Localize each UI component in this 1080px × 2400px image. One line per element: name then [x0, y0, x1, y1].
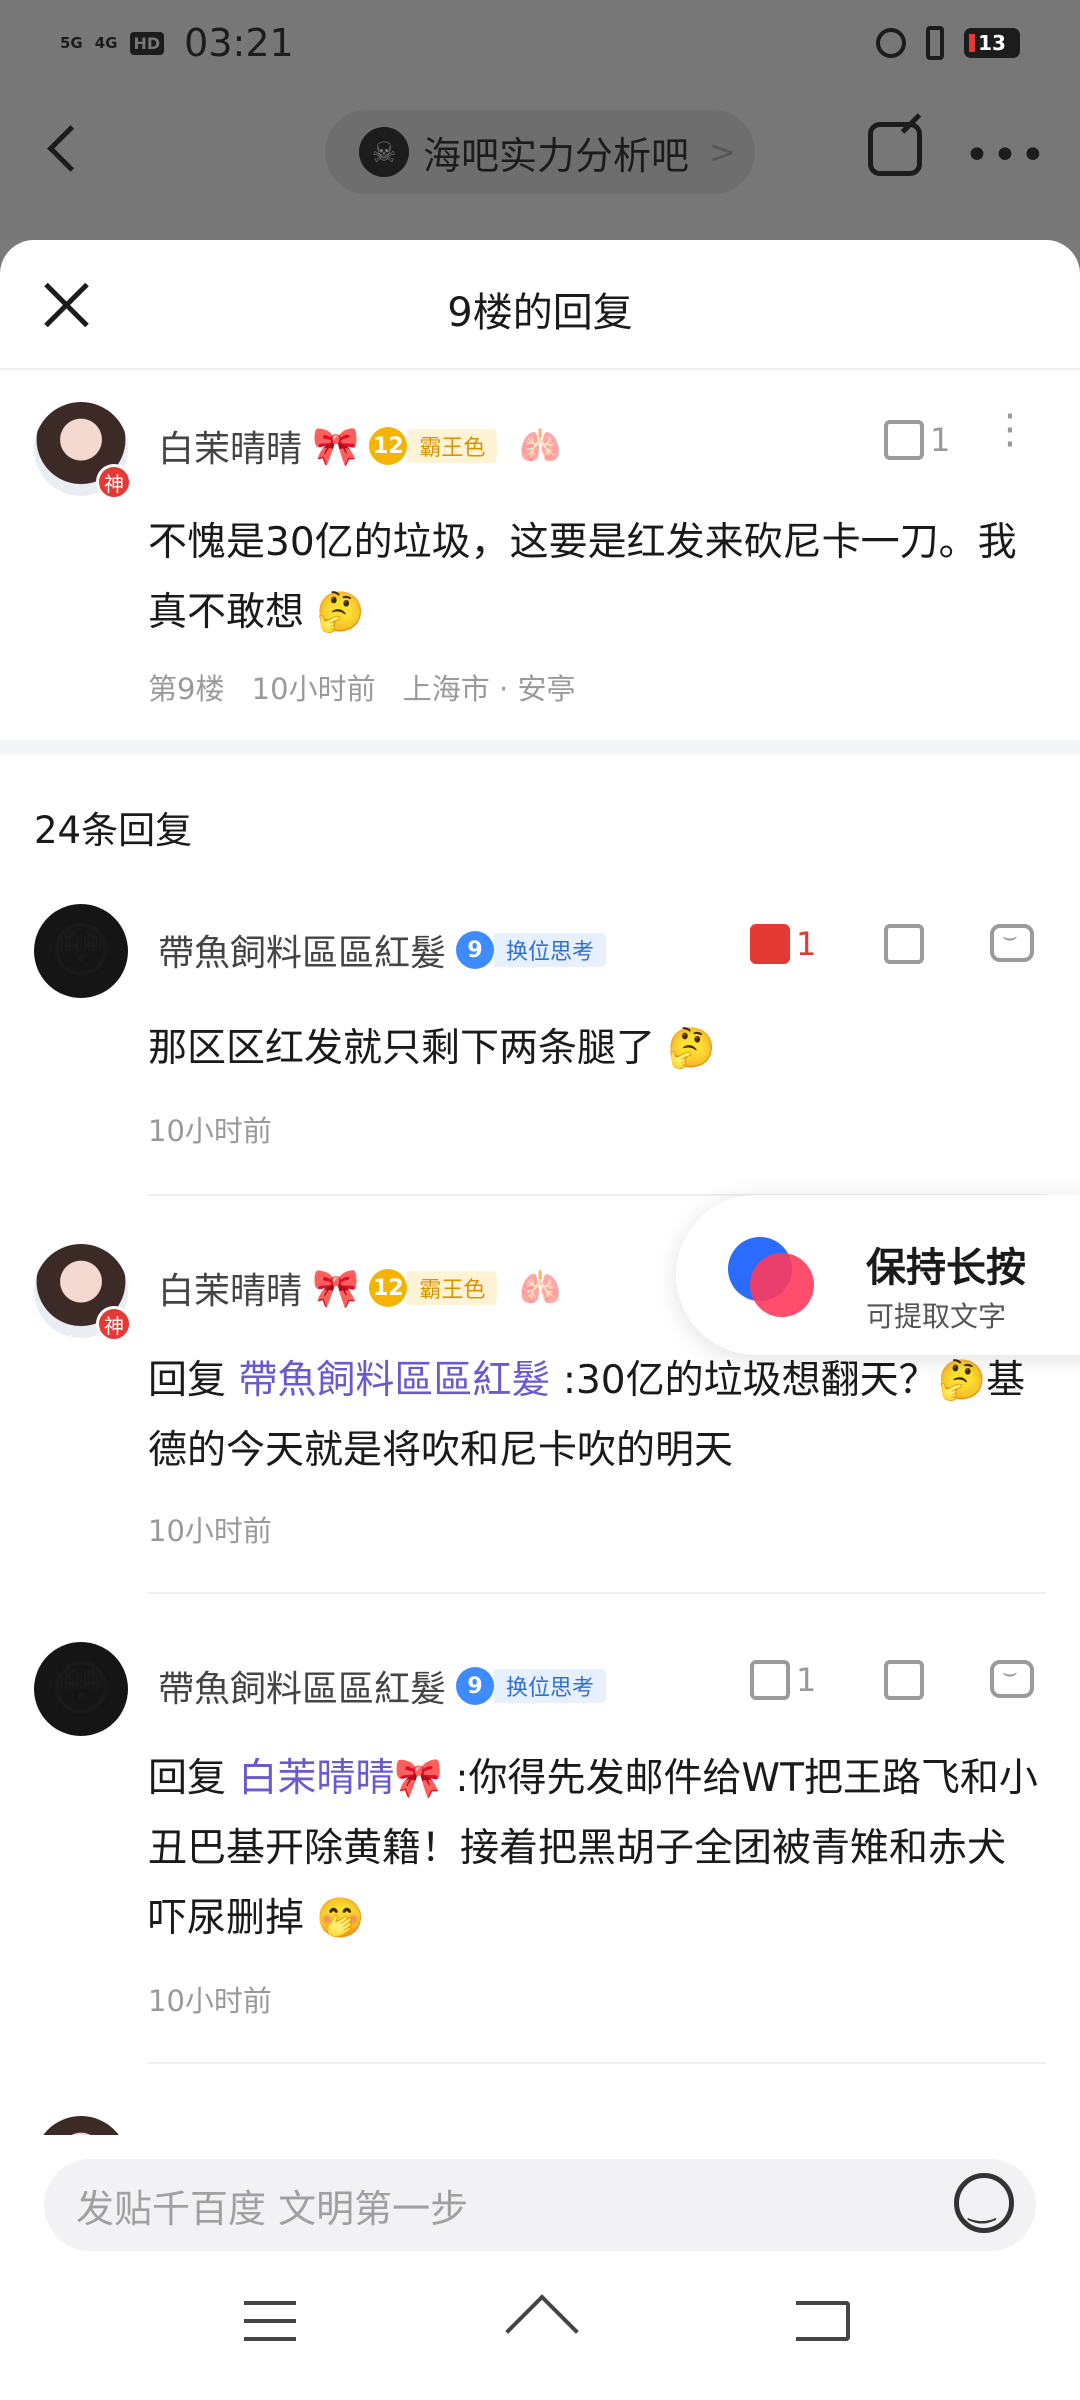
signal-4g: 4G	[94, 34, 118, 52]
share-icon[interactable]	[868, 122, 922, 176]
author-name-row: 白茉晴晴 🎀 12 霸王色 🫁	[158, 1262, 562, 1314]
vibrate-icon	[926, 26, 944, 60]
chevron-right-icon: >	[709, 133, 736, 171]
tip-subtitle: 可提取文字	[866, 1300, 1007, 1333]
reply-count-header: 24条回复	[0, 754, 1080, 904]
top-bar: ☠ 海吧实力分析吧 > •••	[0, 100, 1080, 200]
nav-home-icon[interactable]	[504, 2301, 576, 2345]
like-count: 1	[796, 1661, 817, 1699]
bow-icon: 🎀	[312, 423, 360, 468]
god-badge: 神	[96, 464, 132, 500]
reply-button[interactable]	[990, 1658, 1034, 1698]
level-number: 9	[456, 1667, 495, 1705]
signal-5g: 5G	[60, 34, 83, 52]
like-button[interactable]: 1	[750, 1660, 816, 1700]
main-post: 神 白茉晴晴 🎀 12 霸王色 🫁 1 · · · 不愧是30亿的垃圾，这要是红发来砍…	[0, 370, 1080, 740]
reply-item: 😳 帶魚飼料區區紅髮 9 换位思考 1 回复 白茉晴晴🎀 :你得先发邮件给WT把…	[0, 1594, 1080, 2064]
like-count: 1	[796, 925, 817, 963]
dislike-button[interactable]	[884, 924, 924, 964]
avatar[interactable]: 神	[34, 402, 132, 500]
like-button[interactable]: 1	[750, 924, 816, 964]
emoji-icon[interactable]	[954, 2173, 1014, 2233]
nav-back-icon[interactable]	[796, 2301, 850, 2341]
status-bar: 5G 4G HD 03:21 13	[60, 18, 1020, 68]
reply-text: 回复 白茉晴晴🎀 :你得先发邮件给WT把王路飞和小丑巴基开除黄籍！接着把黑胡子全…	[148, 1744, 1040, 1954]
mention-link[interactable]: 帶魚飼料區區紅髮	[238, 1358, 550, 1403]
avatar[interactable]: 😳	[34, 1642, 128, 1736]
level-title: 霸王色	[407, 1271, 498, 1305]
reply-prefix: 回复	[148, 1358, 227, 1403]
post-meta: 第9楼 10小时前 上海市 · 安亭	[148, 666, 593, 708]
like-button[interactable]: 1	[884, 420, 950, 460]
floor-number: 第9楼	[148, 672, 225, 706]
reply-time: 10小时前	[148, 1114, 272, 1148]
alarm-icon	[876, 28, 906, 58]
status-time: 03:21	[184, 21, 294, 65]
level-title: 霸王色	[407, 429, 498, 463]
level-number: 9	[456, 931, 495, 969]
tip-title: 保持长按	[866, 1245, 1026, 1291]
hd-icon: HD	[129, 31, 165, 55]
bottom-bar: 发贴千百度 文明第一步	[0, 2135, 1080, 2400]
avatar[interactable]: 😳	[34, 904, 128, 998]
more-icon[interactable]: •••	[964, 130, 1048, 181]
author-name[interactable]: 帶魚飼料區區紅髮	[158, 1660, 446, 1712]
reply-time: 10小时前	[148, 1984, 272, 2018]
reply-button[interactable]	[990, 922, 1034, 962]
bow-icon: 🎀	[312, 1265, 360, 1310]
god-badge: 神	[96, 1306, 132, 1342]
reply-count: 24条回复	[34, 809, 193, 852]
reply-divider	[148, 2062, 1046, 2064]
level-badge: 9 换位思考	[456, 1667, 607, 1705]
level-number: 12	[369, 1269, 408, 1307]
like-count: 1	[930, 421, 951, 459]
battery-level: 13	[978, 31, 1006, 55]
avatar[interactable]: 神	[34, 1244, 132, 1342]
lungs-icon: 🫁	[519, 426, 562, 466]
author-name[interactable]: 帶魚飼料區區紅髮	[158, 924, 446, 976]
author-name[interactable]: 白茉晴晴	[158, 1262, 302, 1314]
level-badge: 12 霸王色	[369, 1269, 498, 1307]
nav-menu-icon[interactable]	[244, 2301, 296, 2341]
level-badge: 9 换位思考	[456, 931, 607, 969]
forum-name: 海吧实力分析吧	[423, 133, 690, 178]
level-title: 换位思考	[494, 1669, 607, 1703]
reply-text: 那区区红发就只剩下两条腿了 🤔	[148, 1026, 716, 1071]
level-badge: 12 霸王色	[369, 427, 498, 465]
author-name-row: 帶魚飼料區區紅髮 9 换位思考	[158, 924, 607, 976]
reply-text: 回复 帶魚飼料區區紅髮 :30亿的垃圾想翻天？🤔基德的今天就是将吹和尼卡吹的明天	[148, 1346, 1040, 1486]
kebab-menu-icon[interactable]: · · ·	[1000, 397, 1020, 465]
thumb-down-icon	[884, 924, 924, 964]
battery-icon: 13	[964, 28, 1020, 58]
sheet-header: 9楼的回复	[0, 240, 1080, 370]
comment-icon	[990, 1658, 1034, 1698]
post-location: 上海市 · 安亭	[402, 672, 576, 706]
thumb-up-icon	[750, 1660, 790, 1700]
level-title: 换位思考	[494, 933, 607, 967]
text-extract-logo-icon	[728, 1237, 814, 1317]
long-press-tip[interactable]: 保持长按 可提取文字	[676, 1195, 1080, 1355]
lungs-icon: 🫁	[519, 1268, 562, 1308]
author-name-row: 帶魚飼料區區紅髮 9 换位思考	[158, 1660, 607, 1712]
reply-time: 10小时前	[148, 1514, 272, 1548]
level-number: 12	[369, 427, 408, 465]
reply-input[interactable]: 发贴千百度 文明第一步	[44, 2159, 1036, 2251]
forum-logo-icon: ☠	[359, 127, 409, 177]
mention-link[interactable]: 白茉晴晴🎀	[238, 1756, 443, 1801]
thumb-down-icon	[884, 1660, 924, 1700]
section-divider	[0, 740, 1080, 754]
sheet-title: 9楼的回复	[447, 290, 633, 336]
post-text: 不愧是30亿的垃圾，这要是红发来砍尼卡一刀。我真不敢想 🤔	[148, 520, 1017, 635]
post-time: 10小时前	[251, 672, 376, 706]
comment-icon	[990, 922, 1034, 962]
dislike-button[interactable]	[884, 1660, 924, 1700]
reply-item: 😳 帶魚飼料區區紅髮 9 换位思考 1 那区区红发就只剩下两条腿了 🤔 10小时…	[0, 904, 1080, 1196]
thumb-up-icon	[884, 420, 924, 460]
thumb-up-icon	[750, 924, 790, 964]
reply-prefix: 回复	[148, 1756, 227, 1801]
author-name-row: 白茉晴晴 🎀 12 霸王色 🫁	[158, 420, 562, 472]
forum-pill[interactable]: ☠ 海吧实力分析吧 >	[325, 110, 755, 194]
author-name[interactable]: 白茉晴晴	[158, 420, 302, 472]
back-button[interactable]	[44, 120, 84, 180]
